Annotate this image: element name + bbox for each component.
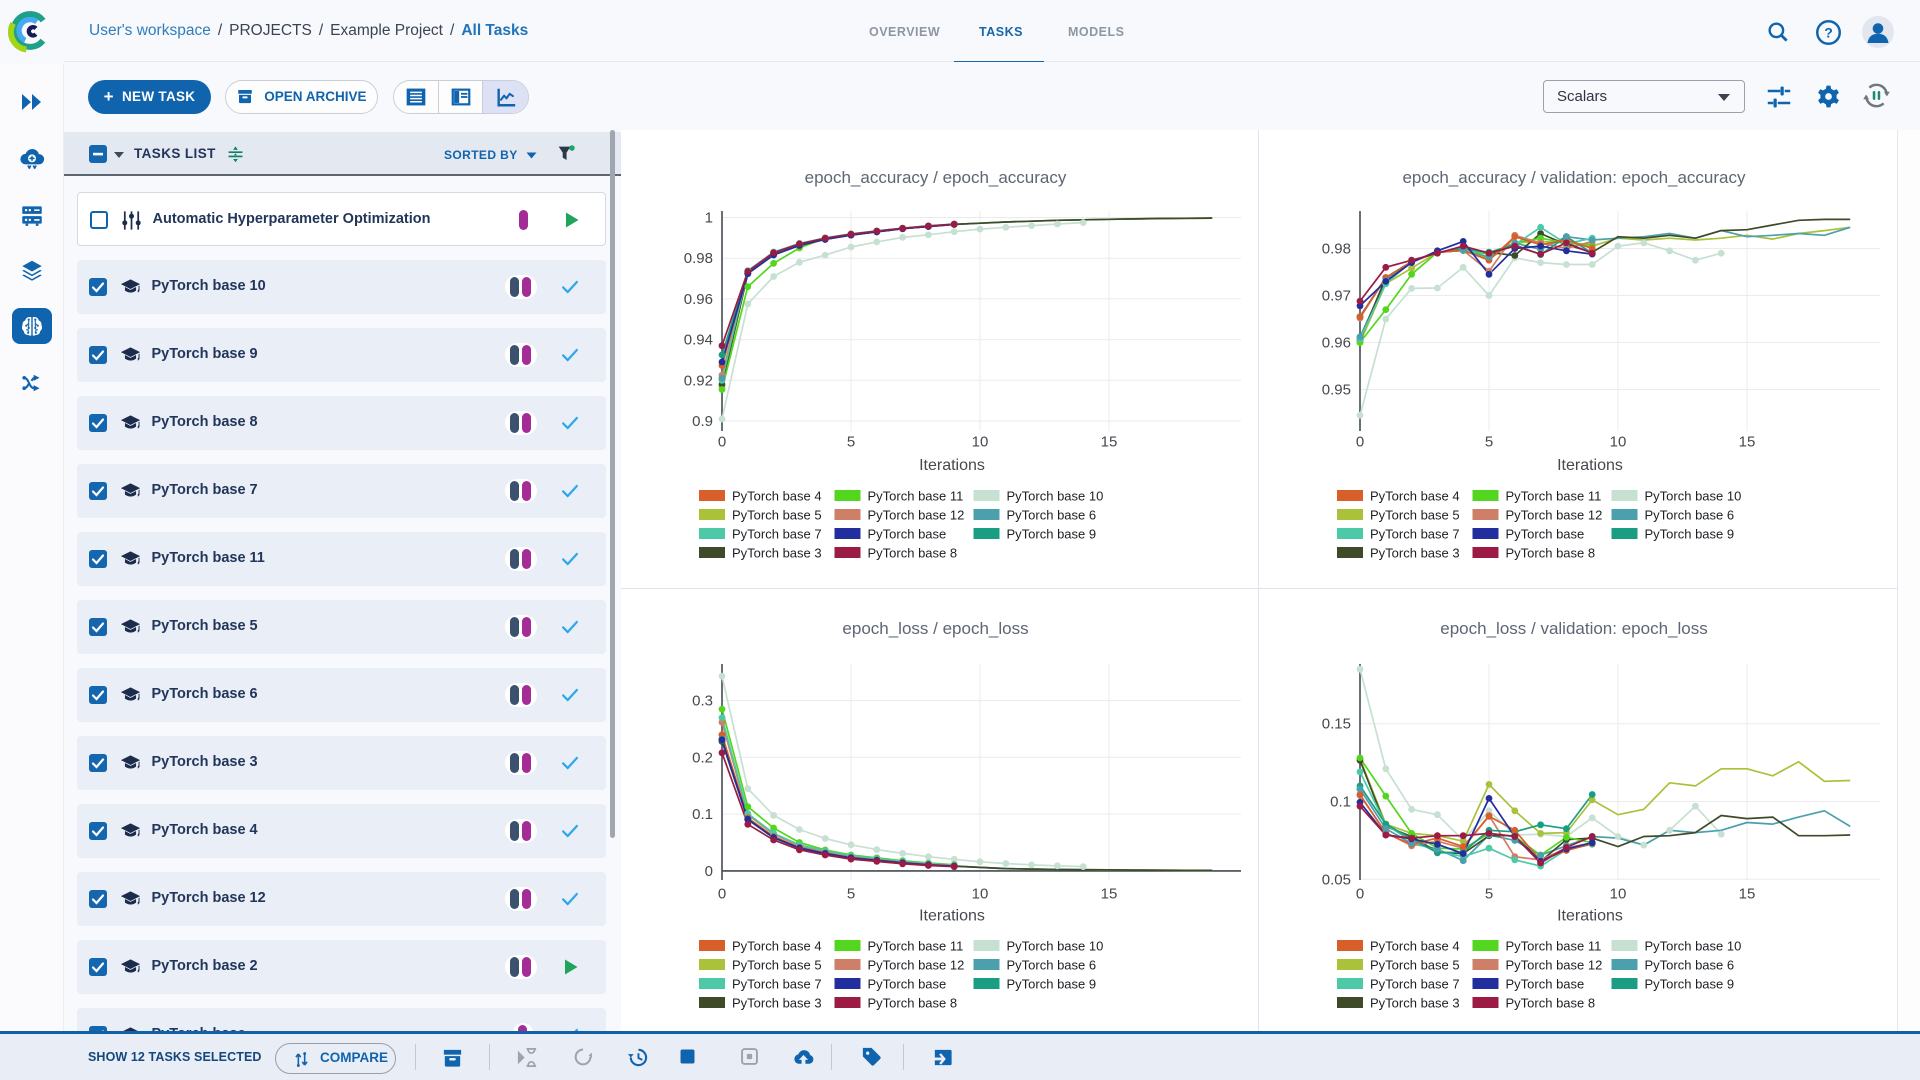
svg-text:10: 10 [1610,434,1627,451]
svg-text:Iterations: Iterations [919,457,985,474]
svg-text:0: 0 [718,434,726,451]
svg-text:PyTorch base: PyTorch base [868,977,947,992]
svg-text:PyTorch base 6: PyTorch base 6 [1007,508,1097,523]
svg-text:0.3: 0.3 [692,693,713,710]
svg-text:15: 15 [1739,434,1756,451]
svg-text:PyTorch base 10: PyTorch base 10 [1007,939,1104,954]
svg-text:PyTorch base 12: PyTorch base 12 [1506,508,1603,523]
svg-text:0.98: 0.98 [684,250,713,267]
svg-text:5: 5 [1485,434,1493,451]
svg-text:PyTorch base 6: PyTorch base 6 [1645,508,1735,523]
svg-text:10: 10 [1610,886,1627,903]
svg-text:epoch_loss / validation: epoch: epoch_loss / validation: epoch_loss [1440,619,1707,638]
svg-text:PyTorch base 11: PyTorch base 11 [1506,489,1602,504]
svg-text:PyTorch base 3: PyTorch base 3 [1370,546,1460,561]
svg-text:PyTorch base: PyTorch base [868,527,947,542]
svg-text:0.2: 0.2 [692,749,713,766]
svg-text:0.1: 0.1 [1330,794,1351,811]
svg-text:10: 10 [972,434,989,451]
svg-text:PyTorch base 12: PyTorch base 12 [868,508,965,523]
svg-text:PyTorch base 5: PyTorch base 5 [732,958,822,973]
svg-text:0.15: 0.15 [1322,716,1351,733]
svg-text:0: 0 [1356,886,1364,903]
svg-text:epoch_loss / epoch_loss: epoch_loss / epoch_loss [842,619,1028,638]
svg-text:?: ? [1824,25,1833,41]
svg-text:PyTorch base 8: PyTorch base 8 [1506,996,1596,1011]
svg-text:10: 10 [972,886,989,903]
svg-text:PyTorch base 6: PyTorch base 6 [1007,958,1097,973]
svg-text:PyTorch base 11: PyTorch base 11 [1506,939,1602,954]
svg-text:15: 15 [1101,434,1118,451]
svg-text:5: 5 [1485,886,1493,903]
svg-text:PyTorch base 9: PyTorch base 9 [1645,977,1735,992]
svg-text:PyTorch base 10: PyTorch base 10 [1645,489,1742,504]
svg-text:0.98: 0.98 [1322,241,1351,258]
svg-text:PyTorch base 4: PyTorch base 4 [732,489,822,504]
svg-text:PyTorch base 7: PyTorch base 7 [732,527,822,542]
svg-text:PyTorch base 4: PyTorch base 4 [732,939,822,954]
svg-text:PyTorch base 8: PyTorch base 8 [868,996,958,1011]
svg-text:PyTorch base 4: PyTorch base 4 [1370,489,1460,504]
svg-text:PyTorch base 3: PyTorch base 3 [732,546,822,561]
svg-text:0.1: 0.1 [692,806,713,823]
svg-text:PyTorch base 8: PyTorch base 8 [868,546,958,561]
svg-text:0.96: 0.96 [1322,335,1351,352]
svg-text:PyTorch base 6: PyTorch base 6 [1645,958,1735,973]
svg-text:PyTorch base: PyTorch base [1506,977,1585,992]
svg-text:PyTorch base 10: PyTorch base 10 [1645,939,1742,954]
svg-text:PyTorch base 7: PyTorch base 7 [1370,527,1460,542]
svg-text:PyTorch base 7: PyTorch base 7 [1370,977,1460,992]
svg-text:PyTorch base 9: PyTorch base 9 [1645,527,1735,542]
svg-text:0.97: 0.97 [1322,288,1351,305]
svg-text:0.96: 0.96 [684,291,713,308]
svg-text:0: 0 [718,886,726,903]
svg-text:0.92: 0.92 [684,372,713,389]
svg-text:PyTorch base 12: PyTorch base 12 [1506,958,1603,973]
svg-text:0.95: 0.95 [1322,382,1351,399]
svg-text:epoch_accuracy / validation: e: epoch_accuracy / validation: epoch_accur… [1402,168,1746,187]
svg-text:0.94: 0.94 [684,332,713,349]
svg-text:PyTorch base 3: PyTorch base 3 [732,996,822,1011]
svg-text:PyTorch base 9: PyTorch base 9 [1007,527,1097,542]
svg-text:epoch_accuracy / epoch_accurac: epoch_accuracy / epoch_accuracy [805,168,1067,187]
svg-text:Iterations: Iterations [1557,908,1623,925]
svg-text:15: 15 [1739,886,1756,903]
svg-text:Iterations: Iterations [919,908,985,925]
svg-text:PyTorch base: PyTorch base [1506,527,1585,542]
svg-text:PyTorch base 12: PyTorch base 12 [868,958,965,973]
svg-text:PyTorch base 11: PyTorch base 11 [868,489,964,504]
svg-text:15: 15 [1101,886,1118,903]
svg-text:PyTorch base 5: PyTorch base 5 [1370,508,1460,523]
svg-text:PyTorch base 7: PyTorch base 7 [732,977,822,992]
svg-text:PyTorch base 11: PyTorch base 11 [868,939,964,954]
svg-text:Iterations: Iterations [1557,457,1623,474]
svg-text:PyTorch base 4: PyTorch base 4 [1370,939,1460,954]
svg-text:1: 1 [705,210,713,227]
svg-text:0.9: 0.9 [692,413,713,430]
svg-text:5: 5 [847,434,855,451]
svg-text:PyTorch base 3: PyTorch base 3 [1370,996,1460,1011]
svg-text:0: 0 [1356,434,1364,451]
svg-text:PyTorch base 9: PyTorch base 9 [1007,977,1097,992]
svg-text:5: 5 [847,886,855,903]
svg-text:PyTorch base 10: PyTorch base 10 [1007,489,1104,504]
svg-text:0.05: 0.05 [1322,871,1351,888]
svg-text:0: 0 [705,863,713,880]
svg-text:PyTorch base 5: PyTorch base 5 [732,508,822,523]
svg-text:PyTorch base 5: PyTorch base 5 [1370,958,1460,973]
svg-text:PyTorch base 8: PyTorch base 8 [1506,546,1596,561]
